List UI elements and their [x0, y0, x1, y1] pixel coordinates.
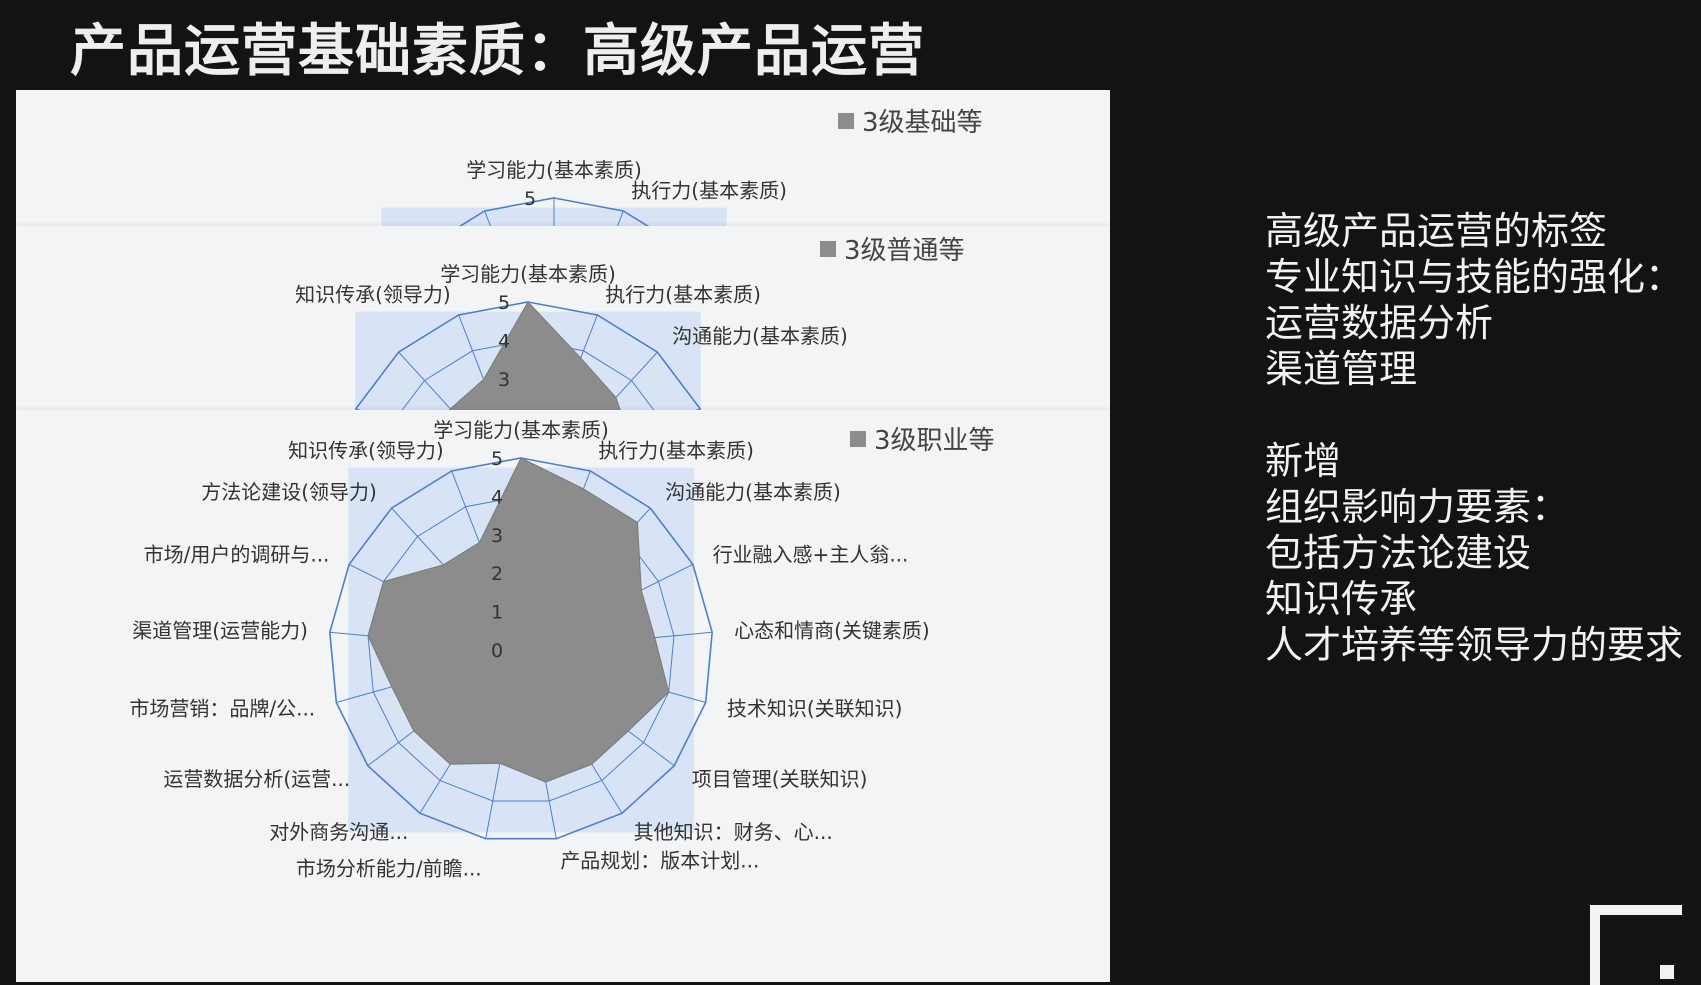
- side-line: 运营数据分析: [1265, 301, 1494, 345]
- side-line: 人才培养等领导力的要求: [1265, 623, 1684, 667]
- side-line: 专业知识与技能的强化：: [1265, 255, 1684, 299]
- radar-axis-label: 执行力(基本素质): [631, 178, 787, 202]
- radar-card-normal: 5 4 3 学习能力(基本素质) 执行力(基本素质) 沟通能力(基本素质) 知识传承(领导力…: [16, 226, 1110, 410]
- chart-panel: 5 学习能力(基本素质) 执行力(基本素质) 3级基础等 5 4 3 学习能力(基本素质)…: [16, 90, 1110, 982]
- radar-axis-label: 技术知识(关联知识): [727, 697, 903, 721]
- radar-axis-label: 运营数据分析(运营...: [163, 767, 350, 791]
- legend-swatch: [850, 430, 866, 447]
- radar-tick-label: 3: [491, 525, 503, 547]
- radar-card-basic: 5 学习能力(基本素质) 执行力(基本素质) 3级基础等: [16, 90, 1110, 226]
- radar-axis-label: 学习能力(基本素质): [440, 262, 616, 286]
- side-line: 高级产品运营的标签: [1265, 209, 1608, 253]
- radar-chart-pro: 0 1 2 3 4 5 学习能力(基本素质)执行力(基本素质) 沟通能力(基本素质) 行业融入感…: [129, 418, 930, 880]
- radar-tick-label: 4: [498, 330, 510, 352]
- radar-axis-label: 执行力(基本素质): [598, 438, 754, 462]
- radar-axis-label: 渠道管理(运营能力): [132, 618, 308, 642]
- radar-tick-label: 2: [491, 563, 503, 585]
- slide-title: 产品运营基础素质：高级产品运营: [70, 19, 925, 84]
- radar-tick-label: 5: [524, 188, 536, 210]
- legend-label: 3级普通等: [844, 236, 965, 266]
- radar-tick-label: 0: [491, 640, 503, 662]
- radar-card-pro: 0 1 2 3 4 5 学习能力(基本素质) 执行力(基本素质) 沟通能力(基本素质) 行业融入感…: [16, 410, 1110, 982]
- radar-tick-label: 5: [498, 292, 510, 314]
- radar-axis-label: 对外商务沟通...: [269, 820, 408, 844]
- radar-tick-label: 1: [491, 602, 503, 624]
- legend-swatch: [838, 112, 854, 129]
- radar-axis-label: 市场分析能力/前瞻...: [296, 856, 482, 880]
- radar-axis-label: 方法论建设(领导力): [201, 480, 377, 504]
- legend-swatch: [820, 240, 836, 257]
- radar-tick-label: 5: [491, 448, 503, 470]
- side-line: 包括方法论建设: [1265, 531, 1532, 575]
- radar-axis-label: 执行力(基本素质): [605, 282, 761, 306]
- radar-axis-label: 其他知识：财务、心...: [634, 820, 833, 844]
- side-line: 组织影响力要素：: [1265, 485, 1570, 529]
- side-text: 高级产品运营的标签 专业知识与技能的强化： 运营数据分析 渠道管理 新增 组织影…: [1265, 208, 1683, 668]
- radar-axis-label: 行业融入感+主人翁...: [713, 543, 909, 567]
- legend-normal: 3级普通等: [820, 230, 965, 267]
- radar-axis-label: 学习能力(基本素质): [466, 158, 642, 182]
- radar-axis-label: 学习能力(基本素质): [433, 418, 609, 442]
- legend-label: 3级基础等: [862, 108, 983, 138]
- radar-axis-label: 知识传承(领导力): [288, 438, 444, 462]
- radar-tick-label: 4: [491, 486, 503, 508]
- radar-axis-label: 心态和情商(关键素质): [734, 618, 930, 642]
- radar-tick-label: 3: [498, 369, 510, 391]
- radar-axis-label: 知识传承(领导力): [295, 282, 451, 306]
- corner-logo-dot: [1660, 965, 1674, 979]
- radar-axis-label: 市场/用户的调研与...: [144, 543, 330, 567]
- radar-axis-label: 项目管理(关联知识): [692, 767, 868, 791]
- side-line: 新增: [1265, 439, 1342, 483]
- side-spacer: [1265, 392, 1683, 438]
- legend-label: 3级职业等: [874, 426, 995, 456]
- radar-axis-label: 沟通能力(基本素质): [665, 480, 841, 504]
- legend-basic: 3级基础等: [838, 102, 983, 139]
- side-line: 渠道管理: [1265, 347, 1418, 391]
- radar-axis-label: 产品规划：版本计划...: [560, 848, 759, 872]
- radar-axis-label: 市场营销：品牌/公...: [129, 697, 315, 721]
- corner-logo-icon: [1590, 905, 1682, 985]
- radar-axis-label: 沟通能力(基本素质): [672, 324, 848, 348]
- side-line: 知识传承: [1265, 577, 1418, 621]
- legend-pro: 3级职业等: [850, 420, 995, 457]
